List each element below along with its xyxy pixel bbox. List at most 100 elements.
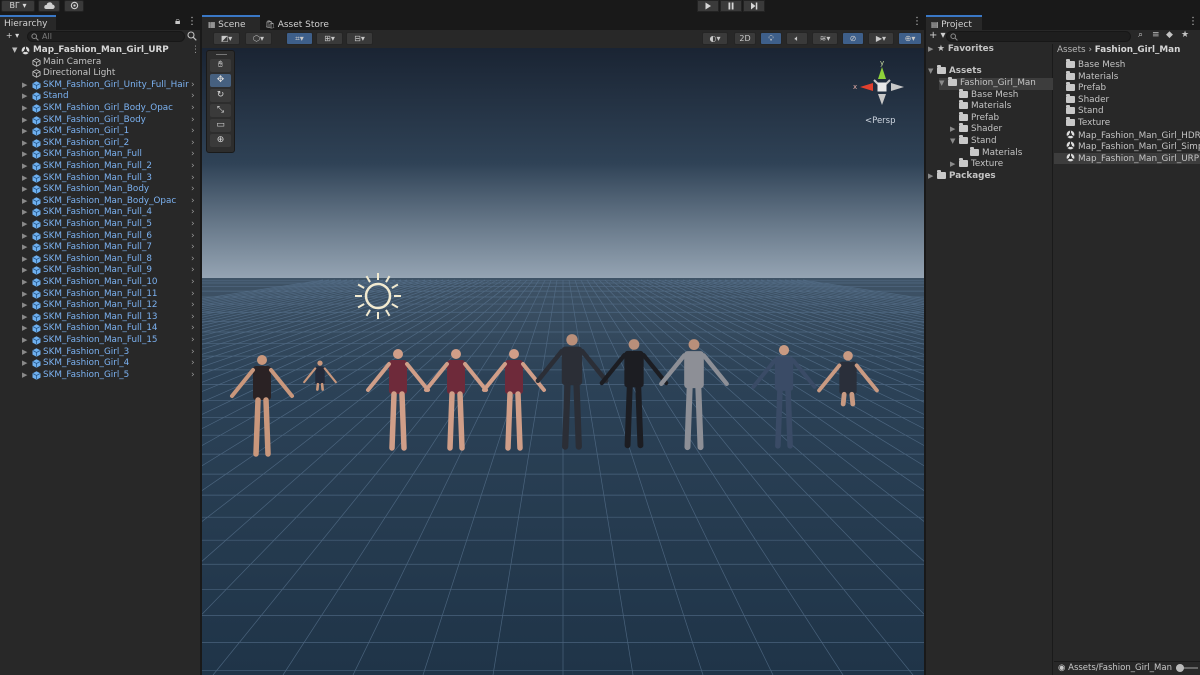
pause-button[interactable] — [720, 0, 742, 12]
open-prefab-chevron-icon[interactable]: › — [191, 242, 195, 254]
scene-menu-icon[interactable]: ⋮ — [191, 45, 200, 57]
increment-snap-dropdown[interactable]: ⊟▾ — [346, 32, 373, 45]
hidden-objects-toggle[interactable]: ⊘ — [842, 32, 864, 45]
open-prefab-chevron-icon[interactable]: › — [191, 138, 195, 150]
scene-root-row[interactable]: ▼ Map_Fashion_Man_Girl_URP ⋮ — [0, 45, 200, 57]
project-more-options-icon[interactable]: ⋮ — [1188, 16, 1198, 28]
expand-arrow-icon[interactable]: ▶ — [950, 159, 959, 171]
expand-arrow-icon[interactable]: ▶ — [22, 138, 27, 150]
shading-dropdown[interactable]: ⬡▾ — [245, 32, 272, 45]
open-prefab-chevron-icon[interactable]: › — [191, 335, 195, 347]
expand-arrow-icon[interactable]: ▶ — [22, 91, 27, 103]
hierarchy-item[interactable]: ▶ SKM_Fashion_Man_Full_13 › — [0, 312, 200, 324]
hierarchy-item[interactable]: ▶ SKM_Fashion_Man_Full_6 › — [0, 231, 200, 243]
open-prefab-chevron-icon[interactable]: › — [191, 254, 195, 266]
asset-folder-item[interactable]: Materials — [1054, 70, 1200, 84]
hierarchy-item[interactable]: ▶ SKM_Fashion_Man_Full_15 › — [0, 335, 200, 347]
open-prefab-chevron-icon[interactable]: › — [191, 126, 195, 138]
account-dropdown[interactable]: BГ ▾ — [1, 0, 35, 12]
hierarchy-item[interactable]: ▶ SKM_Fashion_Man_Full_2 › — [0, 161, 200, 173]
open-prefab-chevron-icon[interactable]: › — [191, 196, 195, 208]
expand-arrow-icon[interactable]: ▶ — [928, 44, 937, 56]
expand-arrow-icon[interactable]: ▶ — [22, 312, 27, 324]
open-prefab-chevron-icon[interactable]: › — [191, 219, 195, 231]
expand-arrow-icon[interactable]: ▶ — [22, 196, 27, 208]
hierarchy-search-input[interactable]: All — [27, 31, 185, 42]
open-prefab-chevron-icon[interactable]: › — [191, 347, 195, 359]
project-tree-item[interactable]: ▶ Shader — [950, 123, 1053, 136]
favorites-row[interactable]: ▶ ★ Favorites — [928, 44, 994, 56]
project-tree-item[interactable]: ▶ Texture — [950, 158, 1053, 171]
favorite-star-icon[interactable]: ★ — [1181, 30, 1189, 40]
expand-arrow-icon[interactable]: ▶ — [22, 358, 27, 370]
scale-tool-button[interactable]: ⤡ — [210, 104, 231, 117]
project-tree-item[interactable]: Materials — [961, 146, 1053, 160]
lock-icon[interactable]: 🔒︎ — [175, 16, 180, 28]
hierarchy-item[interactable]: Main Camera — [0, 57, 200, 69]
open-prefab-chevron-icon[interactable]: › — [191, 277, 195, 289]
project-tree-item[interactable]: ▼ Stand — [950, 135, 1053, 148]
hierarchy-item[interactable]: ▶ SKM_Fashion_Man_Full_14 › — [0, 323, 200, 335]
expand-arrow-icon[interactable]: ▶ — [22, 231, 27, 243]
asset-scene-item[interactable]: Map_Fashion_Man_Girl_HDRP — [1054, 130, 1200, 142]
transform-tool-button[interactable]: ⊕ — [210, 134, 231, 147]
open-prefab-chevron-icon[interactable]: › — [191, 370, 195, 382]
asset-folder-item[interactable]: Base Mesh — [1054, 59, 1200, 72]
open-prefab-chevron-icon[interactable]: › — [191, 173, 195, 185]
expand-arrow-icon[interactable]: ▶ — [22, 161, 27, 173]
breadcrumb-current[interactable]: Fashion_Girl_Man — [1095, 45, 1181, 55]
open-prefab-chevron-icon[interactable]: › — [191, 80, 195, 92]
expand-arrow-icon[interactable]: ▶ — [22, 184, 27, 196]
expand-arrow-icon[interactable]: ▶ — [950, 124, 959, 136]
expand-arrow-icon[interactable]: ▶ — [22, 289, 27, 301]
open-prefab-chevron-icon[interactable]: › — [191, 103, 195, 115]
expand-arrow-icon[interactable]: ▶ — [22, 207, 27, 219]
expand-arrow-icon[interactable]: ▼ — [939, 78, 948, 90]
audio-toggle[interactable]: 🔈︎ — [786, 32, 808, 45]
open-prefab-chevron-icon[interactable]: › — [191, 265, 195, 277]
hierarchy-item[interactable]: Directional Light — [0, 68, 200, 80]
tab-hierarchy[interactable]: Hierarchy — [0, 15, 56, 30]
tab-scene[interactable]: ▦ Scene — [202, 15, 260, 30]
hierarchy-item[interactable]: ▶ SKM_Fashion_Man_Body › — [0, 184, 200, 196]
expand-arrow-icon[interactable]: ▶ — [22, 126, 27, 138]
packages-row[interactable]: ▶ Packages — [928, 170, 996, 183]
open-prefab-chevron-icon[interactable]: › — [191, 358, 195, 370]
hierarchy-item[interactable]: ▶ SKM_Fashion_Man_Full_9 › — [0, 265, 200, 277]
move-tool-button[interactable]: ✥ — [210, 74, 231, 87]
rect-tool-button[interactable]: ▭ — [210, 119, 231, 132]
label-tag-icon[interactable]: ◆ — [1166, 30, 1173, 40]
icon-size-slider[interactable] — [1176, 664, 1198, 672]
expand-arrow-icon[interactable]: ▶ — [22, 149, 27, 161]
play-button[interactable] — [697, 0, 719, 12]
asset-folder-item[interactable]: Shader — [1054, 93, 1200, 107]
expand-arrow-icon[interactable]: ▶ — [22, 103, 27, 115]
expand-arrow-icon[interactable]: ▶ — [22, 80, 27, 92]
lighting-toggle[interactable]: 💡︎ — [760, 32, 782, 45]
open-prefab-chevron-icon[interactable]: › — [191, 161, 195, 173]
open-prefab-chevron-icon[interactable]: › — [191, 207, 195, 219]
project-tree-item[interactable]: ▼ Fashion_Girl_Man — [939, 77, 1053, 90]
open-prefab-chevron-icon[interactable]: › — [191, 312, 195, 324]
project-tree-item[interactable]: Base Mesh — [950, 88, 1053, 102]
expand-arrow-icon[interactable]: ▶ — [22, 265, 27, 277]
perspective-label[interactable]: <Persp — [865, 116, 896, 126]
asset-scene-item[interactable]: Map_Fashion_Man_Girl_URP — [1054, 152, 1200, 165]
expand-arrow-icon[interactable]: ▶ — [22, 277, 27, 289]
hierarchy-item[interactable]: ▶ SKM_Fashion_Girl_3 › — [0, 347, 200, 359]
hierarchy-item[interactable]: ▶ SKM_Fashion_Man_Full_8 › — [0, 254, 200, 266]
expand-arrow-icon[interactable]: ▶ — [22, 115, 27, 127]
tab-project[interactable]: ▤ Project — [926, 15, 982, 30]
project-tree-item[interactable]: Prefab — [950, 111, 1053, 125]
hierarchy-item[interactable]: ▶ SKM_Fashion_Girl_Unity_Full_Hair › — [0, 80, 200, 92]
effects-dropdown[interactable]: ≋▾ — [812, 32, 838, 45]
open-prefab-chevron-icon[interactable]: › — [191, 91, 195, 103]
toggle-2d-button[interactable]: 2D — [734, 32, 756, 45]
expand-arrow-icon[interactable]: ▶ — [22, 335, 27, 347]
hierarchy-item[interactable]: ▶ SKM_Fashion_Girl_2 › — [0, 138, 200, 150]
draw-mode-dropdown[interactable]: ◩▾ — [213, 32, 240, 45]
open-prefab-chevron-icon[interactable]: › — [191, 184, 195, 196]
open-prefab-chevron-icon[interactable]: › — [191, 231, 195, 243]
asset-scene-item[interactable]: Map_Fashion_Man_Girl_Simpl — [1054, 141, 1200, 153]
hierarchy-item[interactable]: ▶ SKM_Fashion_Man_Full_4 › — [0, 207, 200, 219]
